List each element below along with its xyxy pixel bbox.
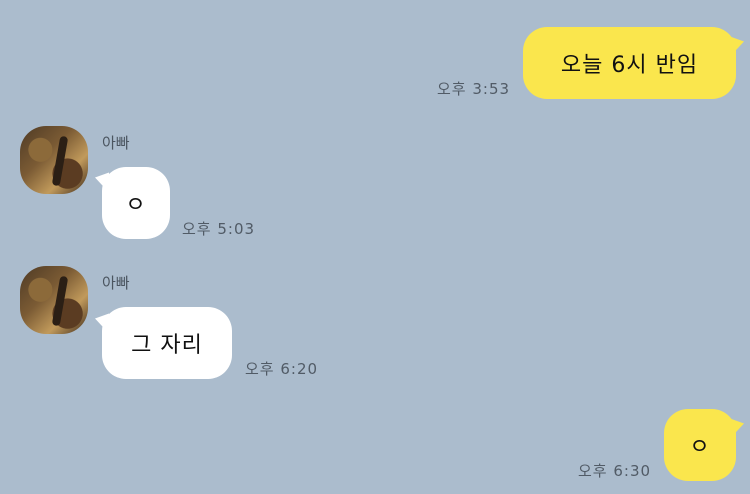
message-time: 오후 6:20 [245, 360, 319, 378]
other-message-bubble[interactable]: 그 자리 [102, 307, 232, 379]
my-message-bubble[interactable]: 오늘 6시 반임 [523, 27, 736, 99]
sender-name: 아빠 [102, 274, 130, 292]
bubble-tail [730, 413, 744, 439]
avatar[interactable] [20, 266, 88, 334]
bubble-tail [730, 31, 744, 57]
message-time: 오후 6:30 [578, 462, 652, 480]
message-text: 그 자리 [131, 333, 203, 358]
message-text: 오늘 6시 반임 [560, 53, 699, 78]
message-text: ㅇ [125, 193, 147, 218]
other-message-bubble[interactable]: ㅇ [102, 167, 170, 239]
message-time: 오후 3:53 [437, 80, 511, 98]
message-text: ㅇ [689, 435, 711, 460]
my-message-bubble[interactable]: ㅇ [664, 409, 736, 481]
sender-name: 아빠 [102, 134, 130, 152]
chat-room: 오후 3:53 오늘 6시 반임 아빠 ㅇ 오후 5:03 아빠 그 자리 오후… [0, 0, 750, 494]
message-time: 오후 5:03 [182, 220, 256, 238]
avatar[interactable] [20, 126, 88, 194]
